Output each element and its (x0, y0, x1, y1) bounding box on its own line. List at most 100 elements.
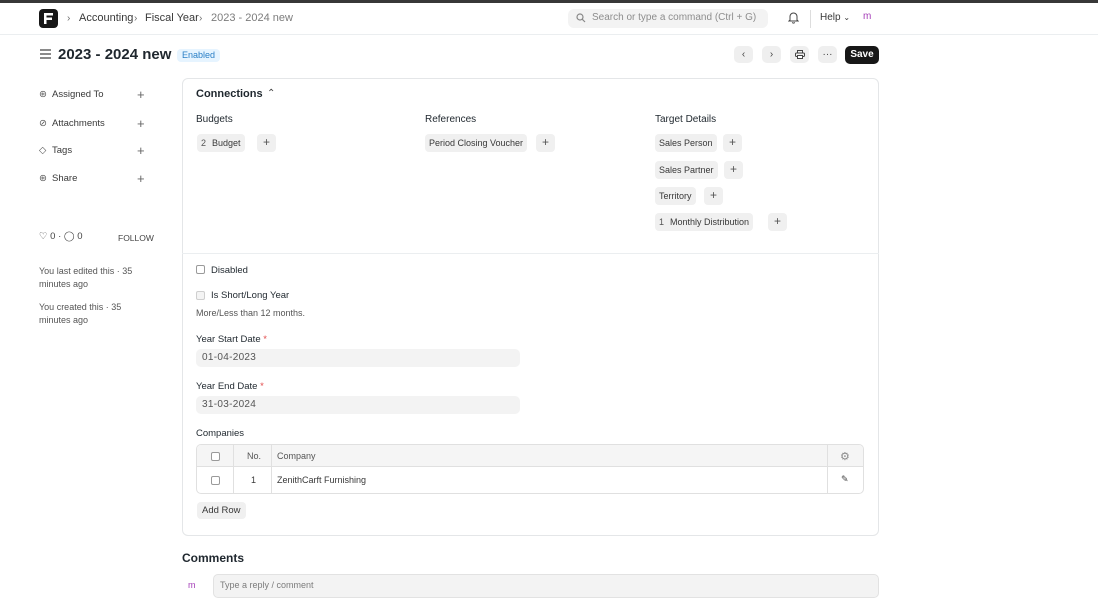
sidebar-item-label: Share (52, 173, 78, 184)
next-record-button[interactable]: › (762, 46, 781, 63)
sidebar-item-label: Assigned To (52, 89, 104, 100)
add-budget-button[interactable]: + (257, 134, 276, 152)
connection-link-sales-partner[interactable]: Sales Partner (655, 161, 718, 179)
required-indicator: * (260, 381, 264, 392)
column-header-company: Company (277, 451, 316, 461)
sidebar-toggle-icon[interactable] (40, 49, 51, 59)
connections-heading-target-details: Target Details (655, 114, 717, 125)
disabled-checkbox[interactable] (196, 265, 205, 274)
connection-link-sales-person[interactable]: Sales Person (655, 134, 717, 152)
paperclip-icon: ⊘ (39, 118, 47, 129)
select-all-checkbox[interactable] (211, 452, 220, 461)
connection-label: Period Closing Voucher (429, 138, 524, 148)
navbar-divider (810, 10, 811, 28)
chevron-right-icon: › (199, 13, 203, 24)
connection-label: Sales Person (659, 138, 713, 148)
search-placeholder: Search or type a command (Ctrl + G) (592, 12, 757, 23)
settings-gear-icon[interactable]: ⚙ (840, 450, 850, 463)
chevron-right-icon: › (67, 13, 71, 24)
connection-link-budget[interactable]: 2 Budget (197, 134, 245, 152)
chevron-right-icon: › (769, 49, 774, 60)
previous-record-button[interactable]: ‹ (734, 46, 753, 63)
connection-count: 1 (659, 217, 665, 227)
companies-table: No. Company ⚙ 1 ZenithCarft Furnishing ✎ (196, 444, 864, 494)
connection-label: Sales Partner (659, 165, 714, 175)
sidebar-item-attachments[interactable]: ⊘ Attachments (39, 118, 105, 129)
more-actions-button[interactable]: ··· (818, 46, 837, 63)
comment-avatar: m (188, 580, 196, 590)
required-indicator: * (263, 334, 267, 345)
save-button[interactable]: Save (845, 46, 879, 64)
row-number: 1 (251, 475, 257, 485)
add-monthly-distribution-button[interactable]: + (768, 213, 787, 231)
connection-label: Budget (212, 138, 241, 148)
frappe-logo-icon (44, 13, 53, 24)
chevron-up-icon[interactable]: ⌃ (267, 88, 275, 99)
add-period-closing-voucher-button[interactable]: + (536, 134, 555, 152)
add-tag-icon[interactable]: + (137, 143, 145, 158)
sidebar-item-tags[interactable]: ◇ Tags (39, 145, 72, 156)
breadcrumb-accounting[interactable]: Accounting (79, 12, 133, 24)
chevron-right-icon: › (134, 13, 138, 24)
sidebar-item-assigned-to[interactable]: ⊛ Assigned To (39, 89, 104, 100)
assign-icon: ⊛ (39, 89, 47, 100)
connection-link-monthly-distribution[interactable]: 1 Monthly Distribution (655, 213, 754, 231)
search-input[interactable]: Search or type a command (Ctrl + G) (568, 9, 768, 28)
add-territory-button[interactable]: + (704, 187, 723, 205)
last-edited-info: You last edited this · 35 minutes ago (39, 266, 133, 289)
connection-label: Territory (659, 191, 692, 201)
year-start-date-field[interactable]: 01-04-2023 (196, 349, 520, 367)
row-company[interactable]: ZenithCarft Furnishing (277, 475, 366, 485)
bell-icon[interactable] (788, 11, 799, 24)
page-title: 2023 - 2024 new (58, 46, 172, 63)
year-start-date-label: Year Start Date * (196, 334, 267, 345)
row-checkbox[interactable] (211, 476, 220, 485)
likes-count: 0 (50, 231, 56, 242)
app-logo[interactable] (39, 9, 58, 28)
breadcrumb-fiscal-year[interactable]: Fiscal Year (145, 12, 199, 24)
year-start-date-label-text: Year Start Date (196, 334, 261, 345)
disabled-label: Disabled (211, 265, 248, 276)
connection-link-period-closing-voucher[interactable]: Period Closing Voucher (425, 134, 528, 152)
short-long-year-label: Is Short/Long Year (211, 290, 290, 301)
column-header-no: No. (247, 451, 262, 461)
created-info: You created this · 35 minutes ago (39, 302, 122, 325)
chevron-down-icon: ⌄ (843, 13, 851, 22)
column-divider (827, 445, 828, 493)
print-button[interactable] (790, 46, 809, 63)
comments-count: 0 (77, 231, 83, 242)
breadcrumb-current[interactable]: 2023 - 2024 new (211, 12, 293, 24)
comment-input[interactable]: Type a reply / comment (213, 574, 879, 598)
short-long-year-checkbox[interactable] (196, 291, 205, 300)
status-badge: Enabled (177, 49, 221, 62)
companies-label: Companies (196, 428, 245, 439)
comment-icon: ◯ (63, 231, 75, 242)
connections-title[interactable]: Connections (196, 88, 263, 100)
chevron-left-icon: ‹ (741, 49, 746, 60)
connections-heading-budgets: Budgets (196, 114, 233, 125)
sidebar-item-share[interactable]: ⊛ Share (39, 173, 77, 184)
add-sales-partner-button[interactable]: + (724, 161, 743, 179)
help-menu[interactable]: Help ⌄ (820, 12, 850, 23)
tag-icon: ◇ (39, 145, 47, 156)
add-row-button[interactable]: Add Row (197, 502, 246, 519)
add-share-icon[interactable]: + (137, 171, 145, 186)
help-label: Help (820, 12, 841, 23)
year-end-date-label: Year End Date * (196, 381, 264, 392)
add-sales-person-button[interactable]: + (723, 134, 742, 152)
heart-icon[interactable]: ♡ (39, 231, 48, 242)
navbar: › Accounting › Fiscal Year › 2023 - 2024… (0, 3, 1098, 35)
connection-link-territory[interactable]: Territory (655, 187, 696, 205)
user-avatar[interactable]: m (863, 11, 871, 22)
add-attachment-icon[interactable]: + (137, 116, 145, 131)
follow-button[interactable]: FOLLOW (118, 233, 154, 243)
year-end-date-field[interactable]: 31-03-2024 (196, 396, 520, 414)
sidebar-item-label: Attachments (52, 118, 105, 129)
column-divider (233, 445, 234, 493)
sidebar-item-label: Tags (52, 145, 73, 156)
add-assignment-icon[interactable]: + (137, 87, 145, 102)
connection-count: 2 (201, 138, 207, 148)
connections-heading-references: References (425, 114, 477, 125)
section-divider (182, 253, 879, 254)
edit-pencil-icon[interactable]: ✎ (841, 474, 849, 485)
